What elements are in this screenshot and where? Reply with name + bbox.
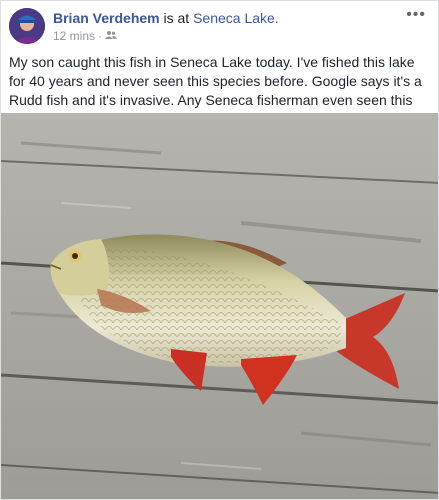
post-meta: 12 mins · xyxy=(53,29,118,43)
headline-connector: is at xyxy=(159,10,194,26)
more-options-icon[interactable]: ••• xyxy=(406,7,426,23)
post-timestamp[interactable]: 12 mins xyxy=(53,29,95,43)
location-link[interactable]: Seneca Lake. xyxy=(193,10,279,26)
friends-icon[interactable] xyxy=(105,29,118,43)
post-headline: Brian Verdehem is at Seneca Lake. xyxy=(53,10,279,26)
post-photo[interactable] xyxy=(1,113,438,499)
meta-separator: · xyxy=(98,29,103,43)
feed-post: Brian Verdehem is at Seneca Lake. 12 min… xyxy=(0,0,439,500)
author-avatar[interactable] xyxy=(9,8,45,44)
author-name[interactable]: Brian Verdehem xyxy=(53,10,160,26)
post-header: Brian Verdehem is at Seneca Lake. 12 min… xyxy=(1,1,438,45)
